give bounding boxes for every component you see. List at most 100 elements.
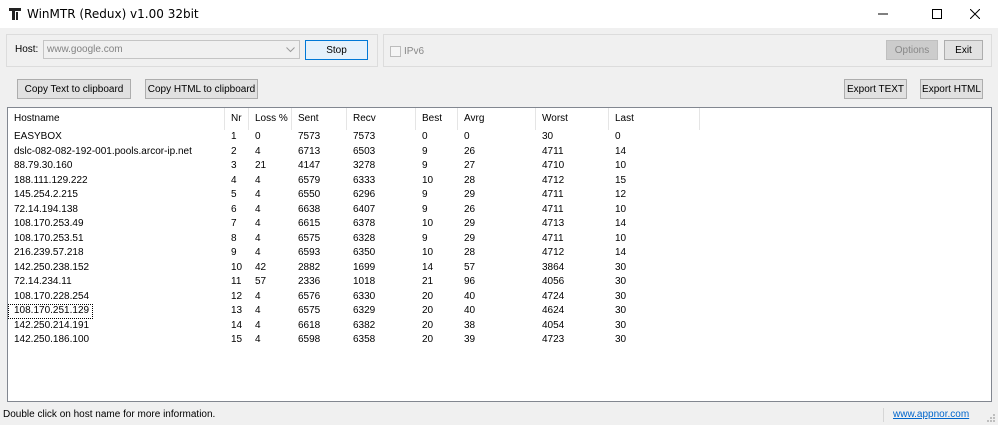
table-row[interactable]: EASYBOX 1 0 7573 7573 0 0 30 0 — [8, 130, 991, 145]
appnor-link[interactable]: www.appnor.com — [893, 409, 969, 420]
host-combobox[interactable]: www.google.com — [43, 40, 300, 59]
cell-hostname[interactable]: 142.250.214.191 — [8, 319, 225, 334]
cell-recv: 6358 — [353, 334, 376, 345]
cell-hostname[interactable]: 188.111.129.222 — [8, 174, 225, 189]
cell-nr: 2 — [231, 145, 237, 157]
cell-loss: 57 — [255, 276, 267, 287]
stop-button[interactable]: Stop — [305, 40, 368, 60]
cell-sent: 7573 — [298, 131, 321, 142]
cell-avrg: 96 — [464, 276, 476, 287]
cell-loss: 4 — [255, 174, 261, 186]
cell-hostname[interactable]: EASYBOX — [8, 130, 225, 145]
cell-hostname[interactable]: 142.250.186.100 — [8, 333, 225, 348]
status-text: Double click on host name for more infor… — [3, 409, 216, 420]
cell-hostname[interactable]: 108.170.228.254 — [8, 290, 225, 305]
minimize-button[interactable] — [860, 0, 906, 28]
table-row[interactable]: 145.254.2.215 5 4 6550 6296 9 29 4711 12 — [8, 188, 991, 203]
cell-avrg: 28 — [464, 174, 476, 186]
cell-hostname[interactable]: 108.170.251.129 — [8, 304, 93, 319]
cell-sent: 6713 — [298, 145, 321, 157]
close-icon — [970, 9, 980, 19]
cell-last: 12 — [615, 189, 627, 200]
cell-recv: 6296 — [353, 189, 376, 200]
cell-nr: 9 — [231, 247, 237, 258]
export-text-button[interactable]: Export TEXT — [844, 79, 907, 99]
exit-button[interactable]: Exit — [944, 40, 983, 60]
cell-hostname[interactable]: 88.79.30.160 — [8, 159, 225, 174]
column-header-last[interactable]: Last — [609, 108, 700, 130]
status-separator — [883, 408, 884, 422]
cell-sent: 4147 — [298, 160, 321, 171]
table-row[interactable]: 142.250.238.152 10 42 2882 1699 14 57 3864 30 — [8, 261, 991, 276]
column-header-recv[interactable]: Recv — [347, 108, 416, 130]
cell-hostname[interactable]: 142.250.238.152 — [8, 261, 225, 276]
cell-hostname[interactable]: 216.239.57.218 — [8, 246, 225, 261]
status-bar: Double click on host name for more infor… — [0, 405, 998, 425]
options-button[interactable]: Options — [886, 40, 938, 60]
cell-hostname[interactable]: 108.170.253.51 — [8, 232, 225, 247]
cell-last: 14 — [615, 145, 627, 157]
column-header-nr[interactable]: Nr — [225, 108, 249, 130]
cell-hostname[interactable]: dslc-082-082-192-001.pools.arcor-ip.net — [8, 145, 225, 160]
column-header-avrg[interactable]: Avrg — [458, 108, 536, 130]
copy-text-button[interactable]: Copy Text to clipboard — [17, 79, 131, 99]
column-header-hostname[interactable]: Hostname — [8, 108, 225, 130]
table-row[interactable]: 142.250.186.100 15 4 6598 6358 20 39 4723 30 — [8, 333, 991, 348]
cell-sent: 6575 — [298, 305, 321, 316]
column-header-loss[interactable]: Loss % — [249, 108, 292, 130]
cell-loss: 4 — [255, 189, 261, 200]
column-header-sent[interactable]: Sent — [292, 108, 347, 130]
cell-avrg: 28 — [464, 247, 476, 258]
column-header-best[interactable]: Best — [416, 108, 458, 130]
cell-recv: 3278 — [353, 160, 376, 171]
cell-hostname[interactable]: 108.170.253.49 — [8, 217, 225, 232]
cell-hostname[interactable]: 145.254.2.215 — [8, 188, 225, 203]
cell-last: 30 — [615, 319, 627, 331]
cell-avrg: 29 — [464, 189, 476, 200]
host-label: Host: — [15, 44, 39, 55]
copy-html-button[interactable]: Copy HTML to clipboard — [145, 79, 258, 99]
cell-sent: 6579 — [298, 174, 321, 186]
table-row[interactable]: dslc-082-082-192-001.pools.arcor-ip.net 2… — [8, 145, 991, 160]
cell-best: 10 — [422, 174, 434, 186]
cell-best: 9 — [422, 145, 428, 157]
ipv6-checkbox[interactable] — [390, 46, 401, 57]
minimize-icon — [878, 13, 888, 15]
trace-table[interactable]: Hostname Nr Loss % Sent Recv Best Avrg Worst Las… — [7, 107, 992, 402]
table-row[interactable]: 88.79.30.160 3 21 4147 3278 9 27 4710 10 — [8, 159, 991, 174]
cell-recv: 6333 — [353, 174, 376, 186]
table-row[interactable]: 72.14.234.11 11 57 2336 1018 21 96 4056 30 — [8, 275, 991, 290]
cell-hostname[interactable]: 72.14.234.11 — [8, 275, 225, 290]
cell-hostname[interactable]: 72.14.194.138 — [8, 203, 225, 218]
cell-recv: 6329 — [353, 305, 376, 316]
cell-loss: 4 — [255, 232, 261, 244]
table-row[interactable]: 142.250.214.191 14 4 6618 6382 20 38 4054 30 — [8, 319, 991, 334]
cell-recv: 1699 — [353, 261, 376, 273]
cell-nr: 6 — [231, 203, 237, 215]
table-row[interactable]: 108.170.253.49 7 4 6615 6378 10 29 4713 14 — [8, 217, 991, 232]
table-row[interactable]: 188.111.129.222 4 4 6579 6333 10 28 4712 15 — [8, 174, 991, 189]
cell-best: 14 — [422, 261, 434, 273]
title-bar[interactable]: WinMTR (Redux) v1.00 32bit — [0, 0, 998, 28]
cell-worst: 4724 — [542, 290, 565, 302]
cell-recv: 7573 — [353, 131, 376, 142]
table-row[interactable]: 108.170.228.254 12 4 6576 6330 20 40 4724 30 — [8, 290, 991, 305]
resize-grip-icon[interactable] — [986, 413, 996, 423]
table-row[interactable]: 108.170.253.51 8 4 6575 6328 9 29 4711 10 — [8, 232, 991, 247]
cell-loss: 4 — [255, 203, 261, 215]
cell-last: 30 — [615, 334, 627, 345]
cell-best: 20 — [422, 334, 434, 345]
cell-recv: 6378 — [353, 218, 376, 229]
close-button[interactable] — [952, 0, 998, 28]
table-row[interactable]: 216.239.57.218 9 4 6593 6350 10 28 4712 14 — [8, 246, 991, 261]
cell-nr: 4 — [231, 174, 237, 186]
cell-best: 21 — [422, 276, 434, 287]
chevron-down-icon[interactable] — [284, 43, 297, 56]
table-row[interactable]: 108.170.251.129 13 4 6575 6329 20 40 4624 30 — [8, 304, 991, 319]
export-html-button[interactable]: Export HTML — [920, 79, 983, 99]
cell-nr: 14 — [231, 319, 243, 331]
table-row[interactable]: 72.14.194.138 6 4 6638 6407 9 26 4711 10 — [8, 203, 991, 218]
column-header-worst[interactable]: Worst — [536, 108, 609, 130]
cell-avrg: 29 — [464, 232, 476, 244]
cell-sent: 6575 — [298, 232, 321, 244]
